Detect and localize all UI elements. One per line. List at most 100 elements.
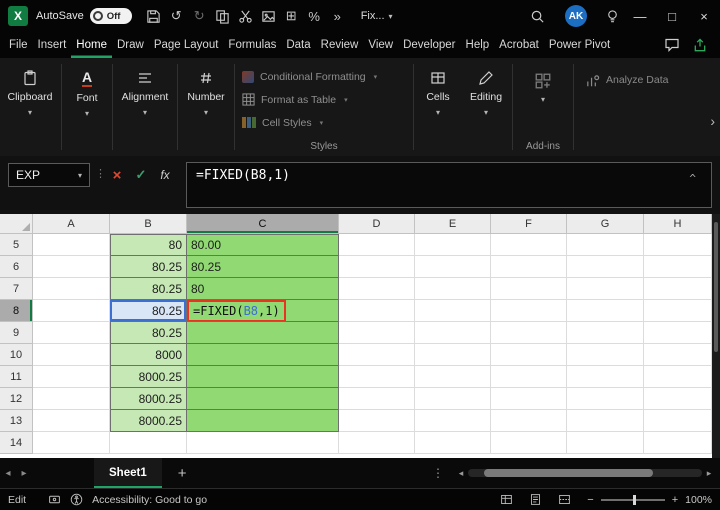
cell-D12[interactable] (339, 388, 415, 410)
zoom-in-icon[interactable]: + (672, 494, 678, 506)
menu-data[interactable]: Data (281, 32, 315, 58)
menu-help[interactable]: Help (461, 32, 495, 58)
ribbon-addins-group[interactable]: ▾ Add-ins (514, 58, 572, 156)
page-layout-view-icon[interactable] (529, 493, 542, 506)
save-icon[interactable] (142, 4, 165, 28)
cell-B11[interactable]: 8000.25 (110, 366, 187, 388)
close-button[interactable]: × (688, 0, 720, 32)
cell-G13[interactable] (567, 410, 644, 432)
column-header-a[interactable]: A (33, 214, 110, 234)
ribbon-font-button[interactable]: A Font ▾ (63, 58, 111, 156)
ribbon-more-icon[interactable]: › (710, 113, 715, 129)
cell-A10[interactable] (33, 344, 110, 366)
column-header-f[interactable]: F (491, 214, 567, 234)
horizontal-scrollbar-track[interactable] (468, 469, 702, 477)
cell-D14[interactable] (339, 432, 415, 454)
cell-A12[interactable] (33, 388, 110, 410)
menu-draw[interactable]: Draw (112, 32, 149, 58)
cell-E10[interactable] (415, 344, 491, 366)
cell-A8[interactable] (33, 300, 110, 322)
cell-F11[interactable] (491, 366, 567, 388)
tab-options-icon[interactable]: ⋮ (432, 466, 444, 480)
ribbon-clipboard-button[interactable]: Clipboard ▾ (0, 58, 60, 156)
sheet-tab-sheet1[interactable]: Sheet1 (94, 458, 162, 488)
cell-D10[interactable] (339, 344, 415, 366)
cell-C7[interactable]: 80 (187, 278, 339, 300)
row-header-14[interactable]: 14 (0, 432, 33, 454)
conditional-formatting-button[interactable]: Conditional Formatting ▾ (242, 67, 406, 86)
row-header-6[interactable]: 6 (0, 256, 33, 278)
cell-D9[interactable] (339, 322, 415, 344)
cell-D13[interactable] (339, 410, 415, 432)
scroll-left-icon[interactable]: ◂ (454, 468, 468, 479)
cell-F8[interactable] (491, 300, 567, 322)
cell-C9[interactable] (187, 322, 339, 344)
cell-C14[interactable] (187, 432, 339, 454)
cell-E5[interactable] (415, 234, 491, 256)
zoom-level[interactable]: 100% (685, 494, 712, 506)
cell-E12[interactable] (415, 388, 491, 410)
ribbon-editing-button[interactable]: Editing ▾ (461, 58, 511, 156)
cell-C11[interactable] (187, 366, 339, 388)
cell-A9[interactable] (33, 322, 110, 344)
cell-H12[interactable] (644, 388, 712, 410)
cell-B7[interactable]: 80.25 (110, 278, 187, 300)
cell-E6[interactable] (415, 256, 491, 278)
cell-B10[interactable]: 8000 (110, 344, 187, 366)
cell-F7[interactable] (491, 278, 567, 300)
select-all-corner[interactable] (0, 214, 33, 234)
paste-icon[interactable] (211, 4, 234, 28)
zoom-slider-thumb[interactable] (632, 494, 636, 505)
cell-F12[interactable] (491, 388, 567, 410)
cell-B12[interactable]: 8000.25 (110, 388, 187, 410)
avatar[interactable]: AK (565, 5, 587, 27)
cell-A14[interactable] (33, 432, 110, 454)
cell-H6[interactable] (644, 256, 712, 278)
cell-C6[interactable]: 80.25 (187, 256, 339, 278)
style-dropdown[interactable]: Fix... ▾ (361, 10, 393, 22)
cell-A11[interactable] (33, 366, 110, 388)
cell-D11[interactable] (339, 366, 415, 388)
row-header-5[interactable]: 5 (0, 234, 33, 256)
formula-bar-handle-icon[interactable]: ⋮ (95, 167, 106, 180)
format-as-table-button[interactable]: Format as Table ▾ (242, 90, 406, 109)
add-sheet-button[interactable]: + (178, 465, 187, 482)
insert-function-button[interactable]: fx (154, 164, 176, 186)
excel-logo-icon[interactable]: X (8, 6, 28, 26)
cell-B14[interactable] (110, 432, 187, 454)
row-header-13[interactable]: 13 (0, 410, 33, 432)
menu-developer[interactable]: Developer (398, 32, 460, 58)
cell-E7[interactable] (415, 278, 491, 300)
cell-H10[interactable] (644, 344, 712, 366)
redo-icon[interactable]: ↻ (188, 4, 211, 28)
enter-button[interactable]: ✓ (130, 164, 152, 186)
cell-A6[interactable] (33, 256, 110, 278)
column-header-e[interactable]: E (415, 214, 491, 234)
cell-D7[interactable] (339, 278, 415, 300)
sheet-nav-left-icon[interactable]: ◂ (0, 468, 16, 479)
more-commands-icon[interactable]: » (326, 4, 349, 28)
cell-B8[interactable]: 80.25 (110, 300, 187, 322)
accessibility-icon[interactable] (70, 493, 83, 506)
cell-G9[interactable] (567, 322, 644, 344)
autosave-toggle[interactable]: Off (89, 8, 132, 24)
row-header-7[interactable]: 7 (0, 278, 33, 300)
cell-H14[interactable] (644, 432, 712, 454)
horizontal-scrollbar-thumb[interactable] (484, 469, 653, 477)
vertical-scrollbar[interactable] (712, 214, 720, 458)
minimize-button[interactable]: — (624, 0, 656, 32)
column-header-d[interactable]: D (339, 214, 415, 234)
zoom-out-icon[interactable]: − (587, 494, 593, 506)
cell-G12[interactable] (567, 388, 644, 410)
menu-view[interactable]: View (363, 32, 398, 58)
borders-icon[interactable]: ⊞ (280, 4, 303, 28)
zoom-slider[interactable] (600, 494, 665, 505)
sheet-nav-right-icon[interactable]: ▸ (16, 468, 32, 479)
menu-page-layout[interactable]: Page Layout (149, 32, 224, 58)
cell-H9[interactable] (644, 322, 712, 344)
accessibility-status[interactable]: Accessibility: Good to go (92, 494, 207, 506)
cut-icon[interactable] (234, 4, 257, 28)
cell-H5[interactable] (644, 234, 712, 256)
menu-formulas[interactable]: Formulas (223, 32, 281, 58)
scroll-right-icon[interactable]: ▸ (702, 468, 716, 479)
